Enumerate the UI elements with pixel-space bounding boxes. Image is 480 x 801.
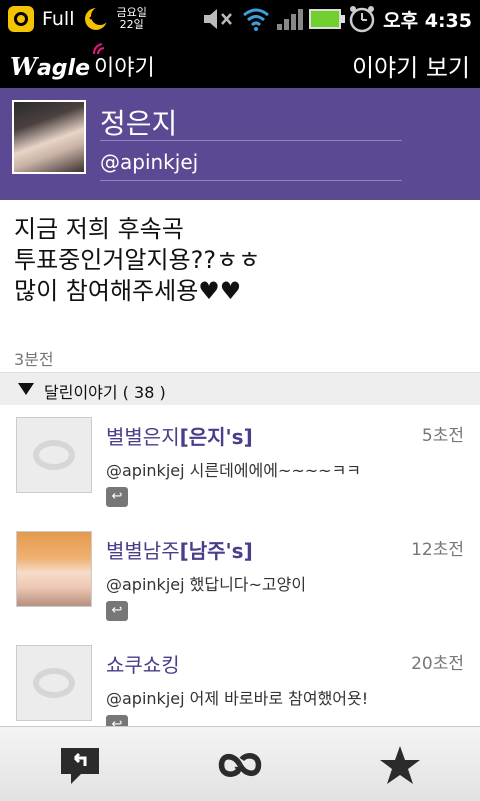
comment-author[interactable]: 별별은지[은지's] <box>106 421 253 450</box>
app-bar: W agle 이야기 이야기 보기 <box>0 38 480 89</box>
favorite-button[interactable] <box>376 741 424 789</box>
comment-text: @apinkjej 어제 바로바로 참여했어욧! <box>106 689 369 708</box>
rewagle-button[interactable] <box>216 741 264 789</box>
divider <box>100 180 402 181</box>
alarm-icon <box>349 6 375 33</box>
status-right: 오후 4:35 <box>201 4 472 34</box>
comment-time: 20초전 <box>411 654 464 674</box>
author-name: 쇼쿠쇼킹 <box>106 653 180 677</box>
comment-text: @apinkjej 시른데에에에~~~~ㅋㅋ <box>106 461 362 480</box>
comment-author[interactable]: 별별남주[남주's] <box>106 535 253 564</box>
status-bar: Full 금요일 22일 오후 4:35 <box>0 0 480 38</box>
wagle-default-avatar-icon <box>33 668 75 698</box>
collapse-triangle-icon <box>18 383 34 395</box>
list-item[interactable]: 별별은지[은지's] 5초전 @apinkjej 시른데에에에~~~~ㅋㅋ ↩ <box>0 405 480 520</box>
logo-agle: agle <box>36 56 91 81</box>
full-label: Full <box>42 8 75 30</box>
logo-w: W <box>10 52 37 81</box>
battery-icon <box>309 9 346 29</box>
mute-icon <box>204 9 233 29</box>
avatar[interactable] <box>16 645 92 721</box>
author-name: 별별은지 <box>106 425 180 449</box>
wagle-logo[interactable]: W agle 이야기 <box>10 43 155 82</box>
status-left: Full 금요일 22일 <box>8 6 147 32</box>
post-timestamp: 3분전 <box>14 350 54 369</box>
author-tag: [남주's] <box>179 539 253 563</box>
comment-author[interactable]: 쇼쿠쇼킹 <box>106 649 180 678</box>
reply-icon <box>61 748 99 784</box>
bottom-action-bar <box>0 726 480 801</box>
broadcast-wave-icon <box>93 43 105 55</box>
reply-icon[interactable]: ↩ <box>106 601 128 621</box>
profile-name[interactable]: 정은지 <box>100 102 177 142</box>
list-item[interactable]: 별별남주[남주's] 12초전 @apinkjej 했답니다~고양이 ↩ <box>0 519 480 634</box>
clock: 오후 4:35 <box>383 9 472 32</box>
profile-handle[interactable]: @apinkjej <box>100 150 198 174</box>
star-icon <box>380 746 420 784</box>
reply-icon[interactable]: ↩ <box>106 487 128 507</box>
profile-header: 정은지 @apinkjej <box>0 88 480 288</box>
comment-time: 5초전 <box>421 426 464 446</box>
profile-avatar[interactable] <box>12 100 86 174</box>
comments-toggle[interactable]: 달린이야기 ( 38 ) <box>0 372 480 406</box>
date-widget: 금요일 22일 <box>117 7 147 31</box>
comment-time: 12초전 <box>411 540 464 560</box>
divider <box>100 140 402 141</box>
avatar[interactable] <box>16 531 92 607</box>
post-body: 지금 저희 후속곡 투표중인거알지용??ㅎㅎ 많이 참여해주세용♥♥ <box>14 215 261 305</box>
author-tag: [은지's] <box>179 425 253 449</box>
retweet-icon <box>218 753 262 777</box>
author-name: 별별남주 <box>106 539 180 563</box>
date-label: 22일 <box>119 18 144 31</box>
notification-app-icon <box>8 6 34 32</box>
signal-icon <box>277 8 304 30</box>
screen-title: 이야기 보기 <box>351 54 470 82</box>
comment-text: @apinkjej 했답니다~고양이 <box>106 575 307 594</box>
reply-button[interactable] <box>56 741 104 789</box>
wifi-icon <box>243 8 270 31</box>
avatar[interactable] <box>16 417 92 493</box>
comments-count-label: 달린이야기 ( 38 ) <box>44 383 166 402</box>
moon-icon <box>84 7 109 30</box>
wagle-default-avatar-icon <box>33 440 75 470</box>
